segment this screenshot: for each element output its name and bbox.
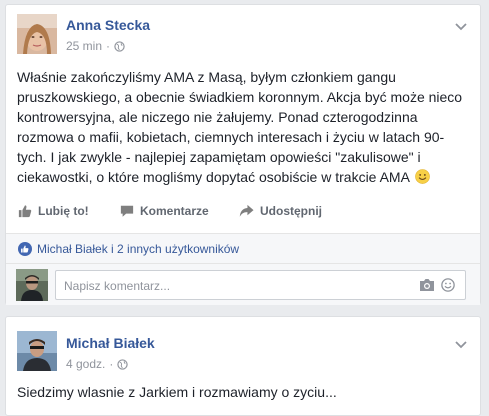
meta-separator: · xyxy=(109,357,114,371)
thumbs-up-icon xyxy=(18,205,32,218)
comment-button[interactable]: Komentarze xyxy=(120,204,209,218)
comment-button-label: Komentarze xyxy=(140,204,209,218)
likers-text: Michał Białek i 2 innych użytkowników xyxy=(37,242,240,256)
post-meta: 4 godz. · xyxy=(66,357,129,371)
post-actions: Lubię to! Komentarze Udostępnij xyxy=(6,199,480,223)
comment-placeholder: Napisz komentarz... xyxy=(64,279,171,293)
post-text: Właśnie zakończyliśmy AMA z Masą, byłym … xyxy=(17,67,470,187)
likers-summary[interactable]: Michał Białek i 2 innych użytkowników xyxy=(18,242,239,256)
globe-icon[interactable] xyxy=(114,40,125,52)
post-card: Michał Białek 4 godz. · Siedzimy wlasnie… xyxy=(5,316,481,416)
like-reaction-icon xyxy=(18,242,32,256)
author-name[interactable]: Anna Stecka xyxy=(66,17,150,33)
author-avatar[interactable] xyxy=(17,14,57,54)
like-button-label: Lubię to! xyxy=(38,204,89,218)
comment-icon xyxy=(120,205,134,217)
post-timestamp[interactable]: 25 min xyxy=(66,39,102,53)
chevron-down-icon[interactable] xyxy=(454,19,468,31)
reactions-bar: Michał Białek i 2 innych użytkowników xyxy=(6,233,480,263)
post-text: Siedzimy wlasnie z Jarkiem i rozmawiamy … xyxy=(17,382,470,402)
post-timestamp[interactable]: 4 godz. xyxy=(66,357,105,371)
post-text-content: Właśnie zakończyliśmy AMA z Masą, byłym … xyxy=(17,69,463,185)
sticker-icon[interactable] xyxy=(441,278,457,292)
camera-icon[interactable] xyxy=(419,278,435,292)
share-button[interactable]: Udostępnij xyxy=(239,204,322,218)
post-text-content: Siedzimy wlasnie z Jarkiem i rozmawiamy … xyxy=(17,384,337,400)
post-meta: 25 min · xyxy=(66,39,125,53)
share-icon xyxy=(239,204,254,217)
meta-separator: · xyxy=(106,39,111,53)
chevron-down-icon[interactable] xyxy=(454,337,468,349)
share-button-label: Udostępnij xyxy=(260,204,322,218)
comment-input[interactable]: Napisz komentarz... xyxy=(55,270,466,300)
smile-emoji xyxy=(415,169,430,184)
globe-icon[interactable] xyxy=(117,358,129,370)
author-avatar[interactable] xyxy=(17,331,57,371)
comment-composer: Napisz komentarz... xyxy=(6,263,480,305)
author-name[interactable]: Michał Białek xyxy=(66,335,155,351)
post-card: Anna Stecka 25 min · Właśnie zakończyliś… xyxy=(5,4,481,305)
current-user-avatar[interactable] xyxy=(16,269,48,301)
like-button[interactable]: Lubię to! xyxy=(18,204,89,218)
